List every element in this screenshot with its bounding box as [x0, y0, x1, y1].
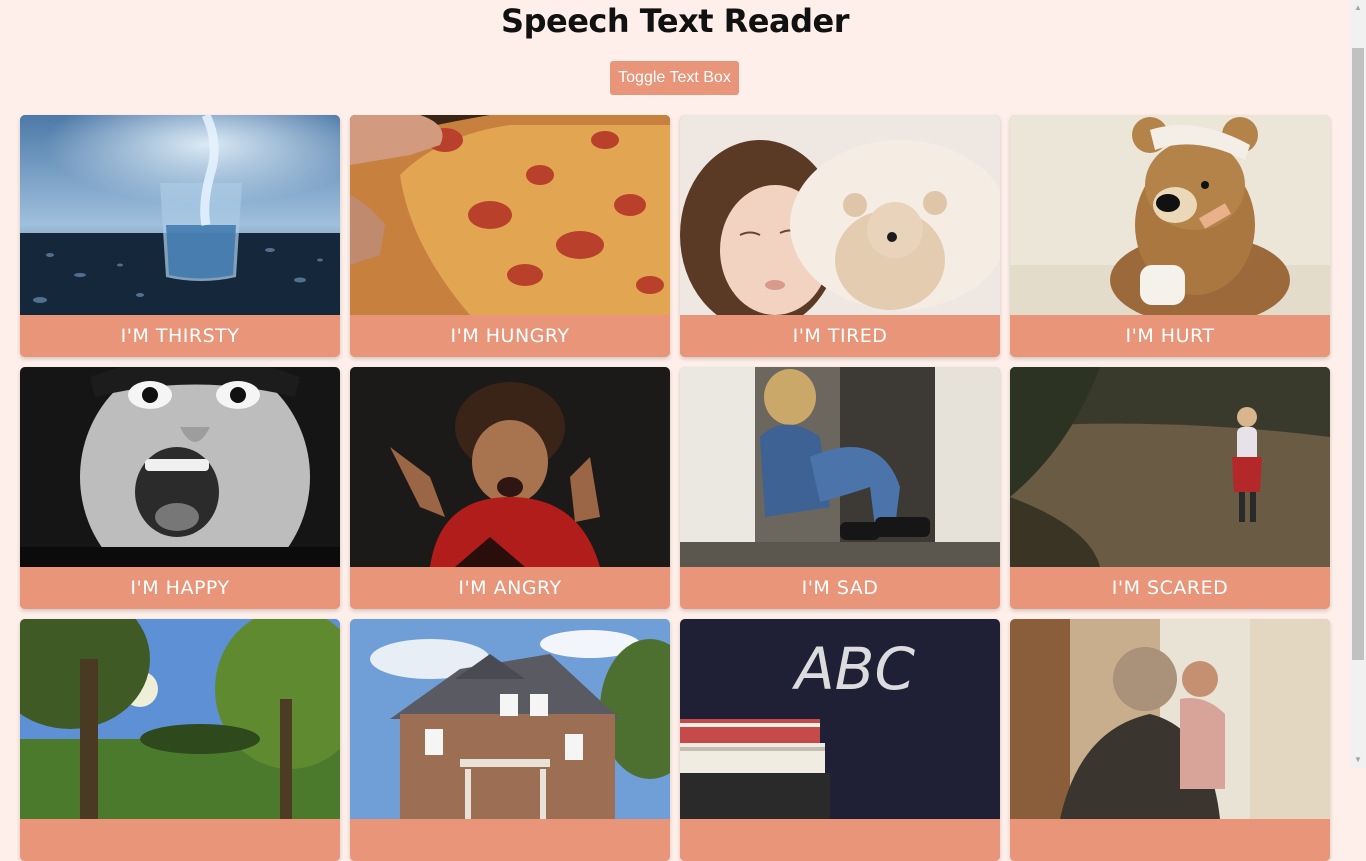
page: Speech Text Reader Toggle Text Box I'M T… — [0, 0, 1350, 861]
abc-chalkboard-image: ABC — [680, 619, 1000, 819]
card-grandma[interactable] — [1010, 619, 1330, 861]
card-label: I'M SAD — [680, 567, 1000, 609]
card-label — [350, 819, 670, 861]
pizza-slice-image — [350, 115, 670, 315]
scroll-down-arrow-icon[interactable]: ▼ — [1350, 752, 1366, 768]
scroll-up-arrow-icon[interactable]: ▲ — [1350, 0, 1366, 16]
card-house[interactable] — [350, 619, 670, 861]
sleeping-child-image — [680, 115, 1000, 315]
card-tired[interactable]: I'M TIRED — [680, 115, 1000, 357]
card-label: I'M THIRSTY — [20, 315, 340, 357]
card-label: I'M HURT — [1010, 315, 1330, 357]
toggle-text-box-button[interactable]: Toggle Text Box — [610, 61, 739, 95]
card-park[interactable] — [20, 619, 340, 861]
scared-girl-in-field-image — [1010, 367, 1330, 567]
park-with-trees-image — [20, 619, 340, 819]
svg-text:ABC: ABC — [791, 635, 915, 703]
card-label — [680, 819, 1000, 861]
vertical-scrollbar[interactable]: ▲ ▼ — [1350, 0, 1366, 768]
card-label — [1010, 819, 1330, 861]
card-sad[interactable]: I'M SAD — [680, 367, 1000, 609]
card-hurt[interactable]: I'M HURT — [1010, 115, 1330, 357]
card-label: I'M SCARED — [1010, 567, 1330, 609]
card-label — [20, 819, 340, 861]
card-grid: I'M THIRSTY I'M HUNGRY I'M TIRED I'M HUR… — [20, 115, 1330, 861]
excited-boy-image — [20, 367, 340, 567]
card-label: I'M HAPPY — [20, 567, 340, 609]
grandmother-and-child-image — [1010, 619, 1330, 819]
card-thirsty[interactable]: I'M THIRSTY — [20, 115, 340, 357]
scroll-thumb[interactable] — [1352, 48, 1364, 660]
bandaged-teddy-bear-image — [1010, 115, 1330, 315]
page-title: Speech Text Reader — [501, 2, 849, 40]
card-label: I'M HUNGRY — [350, 315, 670, 357]
glass-of-water-image — [20, 115, 340, 315]
house-image — [350, 619, 670, 819]
card-angry[interactable]: I'M ANGRY — [350, 367, 670, 609]
sad-child-in-doorway-image — [680, 367, 1000, 567]
angry-boy-image — [350, 367, 670, 567]
card-label: I'M TIRED — [680, 315, 1000, 357]
card-hungry[interactable]: I'M HUNGRY — [350, 115, 670, 357]
card-happy[interactable]: I'M HAPPY — [20, 367, 340, 609]
card-school[interactable]: ABC — [680, 619, 1000, 861]
card-scared[interactable]: I'M SCARED — [1010, 367, 1330, 609]
card-label: I'M ANGRY — [350, 567, 670, 609]
